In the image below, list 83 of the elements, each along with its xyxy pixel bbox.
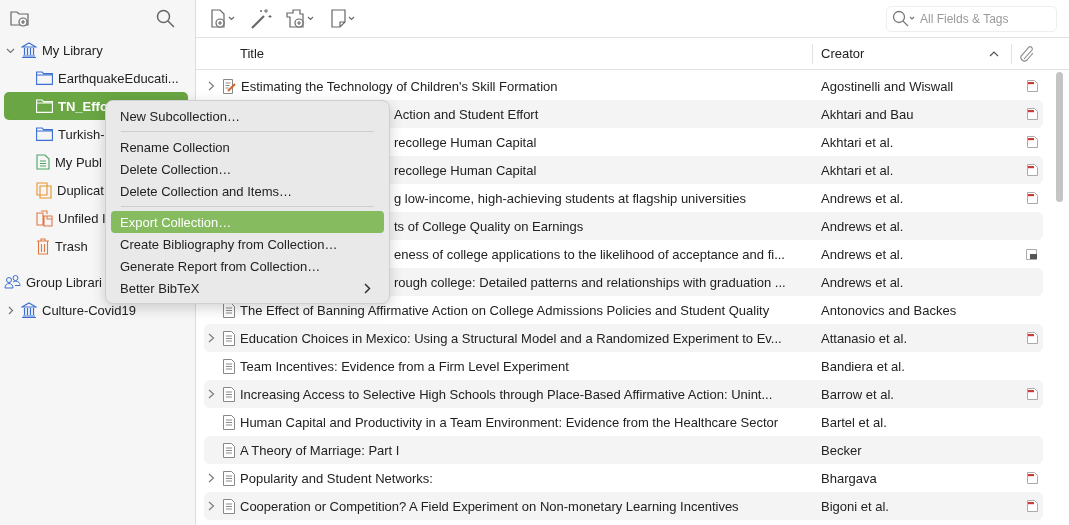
- building-icon: [21, 42, 37, 58]
- title-cell: Human Capital and Productivity in a Team Environment: Evidence from the Healthcare Sector: [240, 414, 779, 430]
- folder-icon: [36, 99, 53, 113]
- chevron-icon[interactable]: [208, 501, 215, 511]
- pdf-icon[interactable]: [1026, 388, 1038, 400]
- title-cell: g low-income, high-achieving students at flagship universities: [394, 190, 746, 206]
- paperclip-icon[interactable]: [1020, 44, 1036, 63]
- creator-cell-text: Akhtari et al.: [820, 134, 895, 150]
- scrollbar[interactable]: [1056, 72, 1063, 202]
- creator-cell-text: Bigoni et al.: [820, 498, 890, 514]
- table-row[interactable]: Estimating the Technology of Children's Skill Formation Agostinelli and Wiswall: [204, 72, 1043, 100]
- collection-item[interactable]: EarthquakeEducati...: [4, 64, 188, 92]
- title-cell: recollege Human Capital: [394, 134, 537, 150]
- duplicate-icon: [36, 181, 52, 199]
- creator-cell-text: Antonovics and Backes: [820, 302, 958, 318]
- column-header[interactable]: Creator: [812, 43, 1012, 64]
- new-collection-icon[interactable]: [10, 9, 30, 27]
- creator-cell-text: Bandiera et al.: [820, 358, 906, 374]
- search-icon[interactable]: [156, 8, 175, 28]
- new-note-button[interactable]: [330, 8, 356, 29]
- trash-icon: [36, 237, 50, 255]
- pdf-icon[interactable]: [1026, 80, 1038, 92]
- pdf-icon[interactable]: [1026, 332, 1038, 344]
- creator-cell-text: Attanasio et al.: [820, 330, 908, 346]
- search-icon[interactable]: [892, 9, 916, 28]
- title-cell: Action and Student Effort: [394, 106, 539, 122]
- search-field[interactable]: All Fields & Tags: [886, 5, 1057, 32]
- creator-cell-text: Becker: [820, 442, 863, 458]
- creator-cell-text: Agostinelli and Wiswall: [820, 78, 955, 94]
- title-cell: Cooperation or Competition? A Field Experiment on Non-monetary Learning Incentives: [240, 498, 739, 514]
- pdf-icon[interactable]: [1026, 192, 1038, 204]
- pdf-icon[interactable]: [1026, 472, 1038, 484]
- title-cell: The Effect of Banning Affirmative Action on College Admissions Policies and Student Quality: [240, 302, 770, 318]
- creator-cell-text: Bartel et al.: [820, 414, 888, 430]
- magic-wand-icon[interactable]: [250, 7, 272, 30]
- creator-cell-text: Andrews et al.: [820, 274, 905, 290]
- folder-icon: [36, 127, 53, 141]
- sort-caret-icon: [989, 50, 999, 57]
- creator-cell-text: Bhargava: [820, 470, 878, 486]
- table-row[interactable]: A Theory of Marriage: Part I Becker: [204, 436, 1043, 464]
- creator-cell-text: Barrow et al.: [820, 386, 895, 402]
- pdf-icon[interactable]: [1026, 108, 1038, 120]
- chevron-icon[interactable]: [208, 81, 215, 91]
- pdf-icon[interactable]: [1026, 136, 1038, 148]
- pdf-icon[interactable]: [1026, 500, 1038, 512]
- creator-cell-text: Andrews et al.: [820, 190, 905, 206]
- new-item-button[interactable]: [210, 8, 236, 29]
- folder-icon: [36, 71, 53, 85]
- creator-cell-text: Andrews et al.: [820, 246, 905, 262]
- title-cell: Increasing Access to Selective High Schools through Place-Based Affirmative Action: Unint...: [240, 386, 773, 402]
- title-cell: ts of College Quality on Earnings: [394, 218, 584, 234]
- table-row[interactable]: Increasing Access to Selective High Schools through Place-Based Affirmative Action: Unint... Barrow et al.: [204, 380, 1043, 408]
- creator-cell-text: Andrews et al.: [820, 218, 905, 234]
- web-snapshot-icon[interactable]: [1026, 248, 1038, 260]
- chevron-icon[interactable]: [208, 473, 215, 483]
- title-cell: recollege Human Capital: [394, 162, 537, 178]
- creator-cell-text: Akhtari et al.: [820, 162, 895, 178]
- add-attachment-button[interactable]: [286, 8, 316, 29]
- creator-cell-text: Akhtari and Bau: [820, 106, 915, 122]
- table-row[interactable]: Team Incentives: Evidence from a Firm Level Experiment Bandiera et al.: [204, 352, 1043, 380]
- chevron-icon[interactable]: [208, 333, 215, 343]
- table-row[interactable]: Popularity and Student Networks: Bhargava: [204, 464, 1043, 492]
- table-row[interactable]: Education Choices in Mexico: Using a Structural Model and a Randomized Experiment to Ev... Attanasio et al.: [204, 324, 1043, 352]
- building-icon: [21, 302, 37, 318]
- table-row[interactable]: Cooperation or Competition? A Field Experiment on Non-monetary Learning Incentives Bigoni et al.: [204, 492, 1043, 520]
- people-icon: [4, 274, 21, 290]
- documents-icon: [36, 209, 53, 227]
- title-cell: rough college: Detailed patterns and relationships with graduation ...: [394, 274, 786, 290]
- title-cell: Popularity and Student Networks:: [240, 470, 433, 486]
- library-item[interactable]: My Library: [0, 36, 195, 64]
- chevron-icon[interactable]: [6, 305, 15, 315]
- pdf-icon[interactable]: [1026, 164, 1038, 176]
- title-cell: eness of college applications to the likelihood of acceptance and fi...: [394, 246, 785, 262]
- column-header[interactable]: Title: [196, 46, 812, 61]
- menu-item[interactable]: Rename Collection: [111, 136, 384, 158]
- library-item[interactable]: Culture-Covid19: [0, 296, 195, 324]
- title-cell: Estimating the Technology of Children's Skill Formation: [241, 78, 558, 94]
- title-cell: A Theory of Marriage: Part I: [240, 442, 400, 458]
- document-icon: [36, 154, 50, 170]
- title-cell: Team Incentives: Evidence from a Firm Level Experiment: [240, 358, 569, 374]
- title-cell: Education Choices in Mexico: Using a Structural Model and a Randomized Experiment to Ev...: [240, 330, 782, 346]
- table-row[interactable]: Human Capital and Productivity in a Team Environment: Evidence from the Healthcare Sector Bartel et al.: [204, 408, 1043, 436]
- chevron-icon[interactable]: [208, 389, 215, 399]
